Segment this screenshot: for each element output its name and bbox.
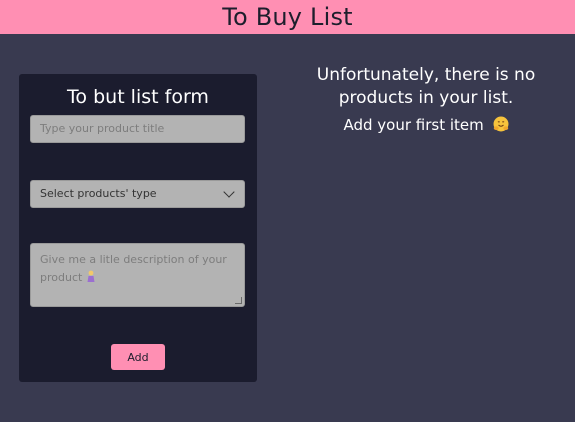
- description-textarea[interactable]: Give me a litle description of your prod…: [30, 243, 245, 307]
- product-title-placeholder: Type your product title: [40, 122, 165, 135]
- product-title-input[interactable]: Type your product title: [30, 115, 245, 143]
- empty-message-line-1: Unfortunately, there is no: [316, 65, 536, 85]
- app-header: To Buy List: [0, 0, 575, 34]
- empty-message-line-2: products in your list.: [338, 88, 514, 108]
- empty-cta: Add your first item: [290, 114, 562, 136]
- empty-state: Unfortunately, there is no products in y…: [290, 64, 562, 136]
- chevron-down-icon: [223, 186, 235, 198]
- add-button[interactable]: Add: [111, 344, 165, 370]
- hugging-face-icon: [493, 116, 509, 132]
- page-title: To Buy List: [222, 3, 353, 31]
- product-type-selected: Select products' type: [40, 187, 157, 200]
- product-type-select[interactable]: Select products' type: [30, 180, 245, 208]
- to-buy-form: To but list form Type your product title…: [19, 74, 257, 382]
- form-title: To but list form: [67, 86, 209, 108]
- description-placeholder: Give me a litle description of your prod…: [40, 253, 227, 284]
- resize-handle[interactable]: [235, 297, 242, 304]
- empty-cta-text: Add your first item: [343, 116, 484, 134]
- person-icon: [87, 270, 95, 282]
